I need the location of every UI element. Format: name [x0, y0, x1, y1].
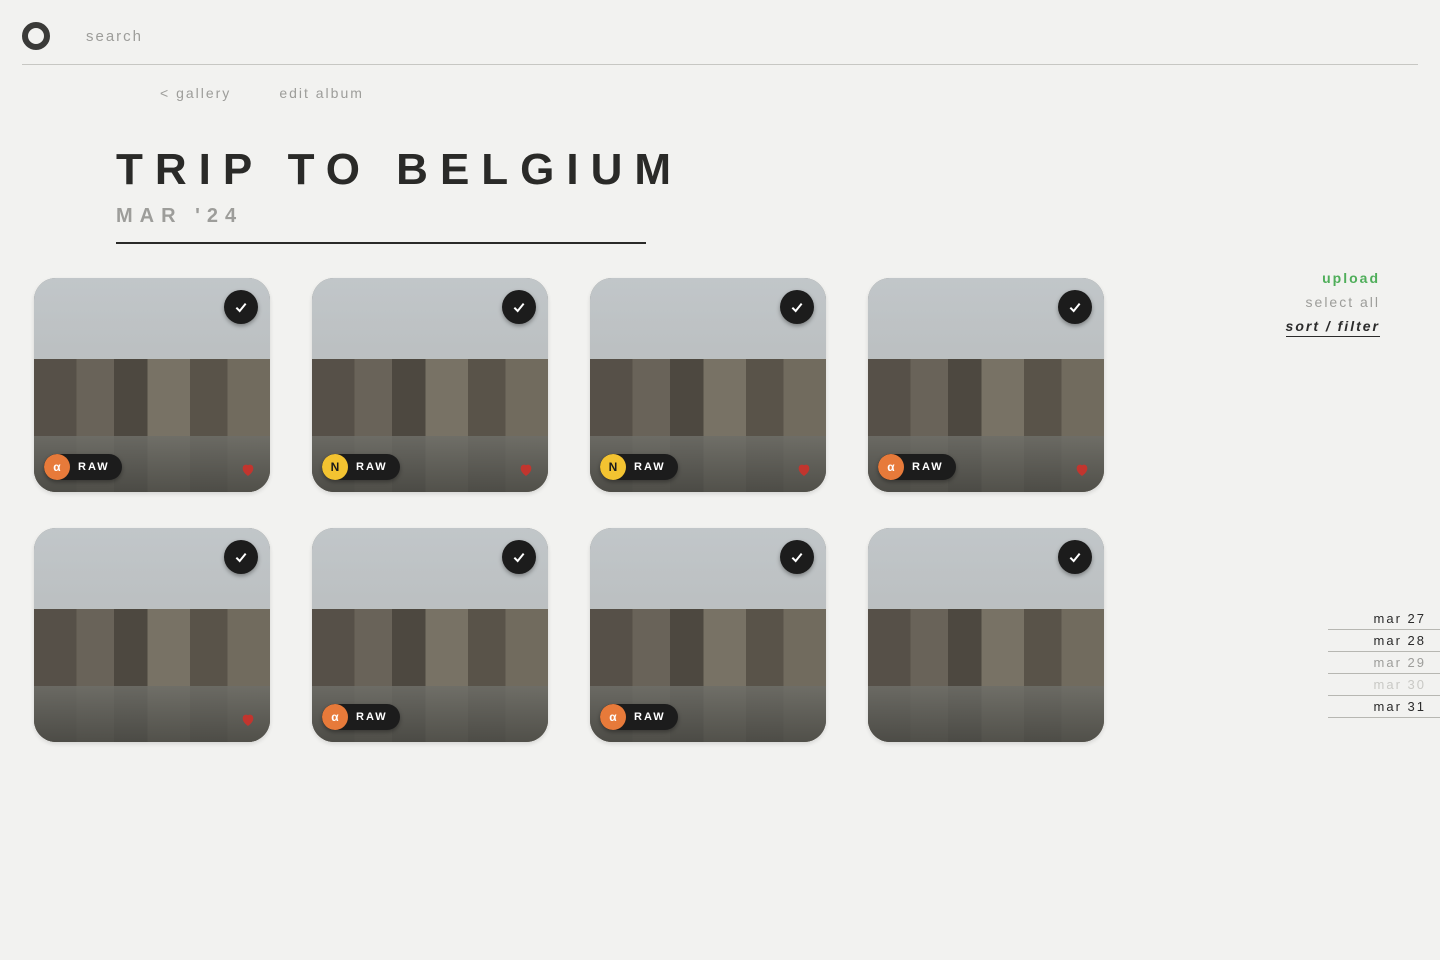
photo-thumbnail[interactable]: αRAW [34, 278, 270, 492]
select-toggle[interactable] [780, 540, 814, 574]
sort-filter-button[interactable]: sort / filter [1286, 318, 1380, 337]
date-rail: mar 27mar 28mar 29mar 30mar 31 [1328, 608, 1440, 718]
camera-brand-icon: N [600, 454, 626, 480]
select-all-button[interactable]: select all [1306, 294, 1380, 310]
raw-label: RAW [626, 711, 678, 723]
check-icon [511, 549, 527, 565]
camera-brand-icon: α [600, 704, 626, 730]
raw-badge: NRAW [322, 454, 400, 480]
select-toggle[interactable] [224, 290, 258, 324]
camera-brand-icon: α [878, 454, 904, 480]
check-icon [1067, 549, 1083, 565]
album-title: TRIP TO BELGIUM [116, 145, 1440, 195]
check-icon [789, 299, 805, 315]
app-logo-icon [22, 22, 50, 50]
check-icon [511, 299, 527, 315]
photo-thumbnail[interactable]: NRAW [312, 278, 548, 492]
check-icon [789, 549, 805, 565]
photo-thumbnail[interactable] [34, 528, 270, 742]
check-icon [233, 299, 249, 315]
date-rail-item[interactable]: mar 27 [1328, 608, 1440, 630]
raw-label: RAW [626, 461, 678, 473]
upload-button[interactable]: upload [1322, 270, 1380, 286]
search-link[interactable]: search [86, 28, 143, 45]
edit-album-link[interactable]: edit album [279, 85, 364, 101]
favorite-indicator[interactable] [240, 462, 256, 478]
back-to-gallery-link[interactable]: < gallery [160, 85, 231, 101]
photo-thumbnail[interactable]: αRAW [590, 528, 826, 742]
select-toggle[interactable] [502, 540, 536, 574]
raw-badge: αRAW [44, 454, 122, 480]
album-date: MAR '24 [116, 205, 1440, 228]
check-icon [233, 549, 249, 565]
photo-thumbnail[interactable]: NRAW [590, 278, 826, 492]
photo-thumbnail[interactable]: αRAW [312, 528, 548, 742]
date-rail-item[interactable]: mar 30 [1328, 674, 1440, 696]
date-rail-item[interactable]: mar 28 [1328, 630, 1440, 652]
topbar: search [0, 0, 1440, 64]
album-actions: upload select all sort / filter [1286, 270, 1380, 337]
raw-badge: αRAW [600, 704, 678, 730]
heart-icon [240, 712, 256, 728]
raw-label: RAW [904, 461, 956, 473]
check-icon [1067, 299, 1083, 315]
raw-badge: NRAW [600, 454, 678, 480]
title-underline [116, 242, 646, 244]
photo-thumbnail[interactable]: αRAW [868, 278, 1104, 492]
favorite-indicator[interactable] [240, 712, 256, 728]
raw-badge: αRAW [322, 704, 400, 730]
raw-label: RAW [348, 711, 400, 723]
date-rail-item[interactable]: mar 31 [1328, 696, 1440, 718]
favorite-indicator[interactable] [518, 462, 534, 478]
select-toggle[interactable] [1058, 540, 1092, 574]
select-toggle[interactable] [1058, 290, 1092, 324]
select-toggle[interactable] [502, 290, 536, 324]
breadcrumb: < gallery edit album [0, 65, 1440, 101]
heart-icon [240, 462, 256, 478]
date-rail-item[interactable]: mar 29 [1328, 652, 1440, 674]
favorite-indicator[interactable] [796, 462, 812, 478]
photo-thumbnail[interactable] [868, 528, 1104, 742]
select-toggle[interactable] [224, 540, 258, 574]
title-block: TRIP TO BELGIUM MAR '24 [0, 101, 1440, 244]
camera-brand-icon: N [322, 454, 348, 480]
camera-brand-icon: α [44, 454, 70, 480]
heart-icon [1074, 462, 1090, 478]
select-toggle[interactable] [780, 290, 814, 324]
raw-label: RAW [348, 461, 400, 473]
photo-grid: αRAWNRAWNRAWαRAWαRAWαRAW [0, 244, 1440, 742]
raw-badge: αRAW [878, 454, 956, 480]
camera-brand-icon: α [322, 704, 348, 730]
heart-icon [796, 462, 812, 478]
favorite-indicator[interactable] [1074, 462, 1090, 478]
heart-icon [518, 462, 534, 478]
raw-label: RAW [70, 461, 122, 473]
